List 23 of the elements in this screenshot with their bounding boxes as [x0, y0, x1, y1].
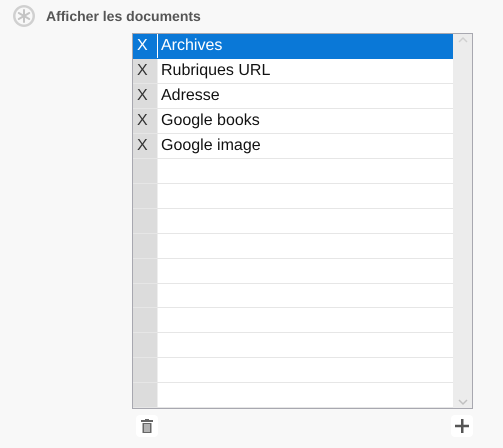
row-marker: X	[133, 84, 158, 108]
list-row[interactable]: X Google image	[133, 134, 453, 159]
add-button[interactable]	[451, 415, 473, 437]
row-marker: X	[133, 59, 158, 83]
row-label: Archives	[160, 36, 224, 56]
delete-button[interactable]	[136, 415, 158, 437]
list-row[interactable]: X Google books	[133, 109, 453, 134]
scroll-up-icon[interactable]	[458, 36, 468, 44]
list-row[interactable]: X Archives	[133, 34, 453, 59]
plus-icon	[455, 419, 469, 433]
row-marker: X	[133, 134, 158, 158]
row-marker: X	[133, 109, 158, 133]
list-row[interactable]: X Rubriques URL	[133, 59, 453, 84]
section-title: Afficher les documents	[46, 6, 201, 26]
row-label: Adresse	[160, 86, 221, 106]
scrollbar[interactable]	[453, 34, 472, 408]
row-label: Rubriques URL	[160, 61, 272, 81]
trash-icon	[141, 419, 153, 433]
list-row[interactable]: X Adresse	[133, 84, 453, 109]
row-label: Google books	[160, 111, 261, 131]
scroll-down-icon[interactable]	[458, 398, 468, 406]
row-label: Google image	[160, 136, 262, 156]
asterisk-circle-icon	[12, 4, 36, 28]
